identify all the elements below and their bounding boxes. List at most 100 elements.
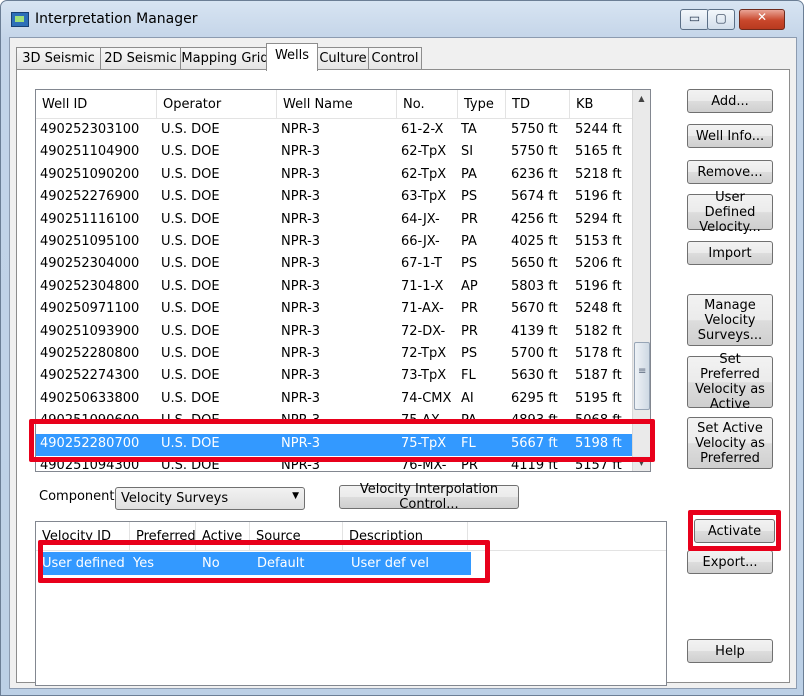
well-cell: NPR-3 <box>281 390 321 406</box>
minimize-button[interactable]: ▭ <box>680 9 709 30</box>
well-cell: 5248 ft <box>575 301 622 317</box>
maximize-button[interactable]: ▢ <box>707 9 735 30</box>
well-cell: 490252303100 <box>40 122 140 137</box>
well-cell: U.S. DOE <box>161 368 220 384</box>
manage-velocity-surveys-label-2: Velocity <box>704 312 756 328</box>
well-cell: FL <box>461 368 476 384</box>
wells-list[interactable]: Well ID Operator Well Name No. Type TD K… <box>35 89 651 472</box>
well-cell: U.S. DOE <box>161 278 220 294</box>
chevron-down-icon: ▼ <box>292 491 299 501</box>
well-row[interactable]: 490251095100 U.S. DOE NPR-3 66-JX- PA 4025 ft… <box>36 232 632 254</box>
well-cell: 63-TpX <box>401 189 447 205</box>
well-cell: 5630 ft <box>511 368 558 384</box>
dialog-client: 3D Seismic 2D Seismic Mapping Grid Wells… <box>9 37 797 689</box>
well-cell: 5178 ft <box>575 346 622 361</box>
tab-3d-seismic[interactable]: 3D Seismic <box>16 47 101 70</box>
tab-mapping-grid[interactable]: Mapping Grid <box>180 47 270 70</box>
scroll-up-icon[interactable]: ▲ <box>633 90 650 107</box>
column-header-well-name[interactable]: Well Name <box>277 90 397 118</box>
well-cell: NPR-3 <box>281 278 321 294</box>
well-cell: U.S. DOE <box>161 144 220 160</box>
well-row[interactable]: 490250633800 U.S. DOE NPR-3 74-CMX AI 6295 ft… <box>36 389 632 411</box>
velocity-row-highlight <box>38 540 490 583</box>
well-cell: 490251090200 <box>40 166 140 182</box>
well-cell: 62-TpX <box>401 144 447 160</box>
set-active-velocity-as-preferred-button[interactable]: Set Active Velocity as Preferred <box>687 417 773 469</box>
well-cell: 490252280800 <box>40 346 140 361</box>
title-bar[interactable]: Interpretation Manager ▭ ▢ ✕ <box>1 1 803 37</box>
well-row[interactable]: 490252280800 U.S. DOE NPR-3 72-TpX PS 5700 ft… <box>36 344 632 366</box>
component-dropdown[interactable]: Velocity Surveys ▼ <box>115 487 305 510</box>
well-row[interactable]: 490251093900 U.S. DOE NPR-3 72-DX- PR 4139 ft… <box>36 322 632 344</box>
well-cell: 6295 ft <box>511 390 558 406</box>
well-row[interactable]: 490252304800 U.S. DOE NPR-3 71-1-X AP 5803 ft… <box>36 277 632 299</box>
scroll-thumb[interactable] <box>634 342 650 410</box>
well-cell: 74-CMX <box>401 390 452 406</box>
column-header-td[interactable]: TD <box>506 90 570 118</box>
well-cell: U.S. DOE <box>161 323 220 339</box>
velocity-interpolation-control-button[interactable]: Velocity Interpolation Control... <box>339 482 519 512</box>
set-preferred-label-2: Velocity as <box>695 382 765 397</box>
export-button[interactable]: Export... <box>687 550 773 574</box>
tab-2d-seismic[interactable]: 2D Seismic <box>100 47 181 70</box>
set-preferred-velocity-as-active-button[interactable]: Set Preferred Velocity as Active <box>687 352 773 412</box>
well-cell: NPR-3 <box>281 211 321 227</box>
close-icon: ✕ <box>756 10 768 24</box>
well-row[interactable]: 490250971100 U.S. DOE NPR-3 71-AX- PR 5670 ft… <box>36 299 632 321</box>
well-cell: 490252304800 <box>40 278 140 294</box>
tab-control[interactable]: Control <box>368 47 422 70</box>
wells-scrollbar[interactable]: ▲ ▼ <box>632 90 650 471</box>
well-row[interactable]: 490252304000 U.S. DOE NPR-3 67-1-T PS 5650 ft… <box>36 254 632 276</box>
well-row[interactable]: 490252274300 U.S. DOE NPR-3 73-TpX FL 5630 ft… <box>36 366 632 388</box>
well-info-button[interactable]: Well Info... <box>687 124 773 148</box>
manage-velocity-surveys-button[interactable]: Manage Velocity Surveys... <box>687 294 773 346</box>
remove-button[interactable]: Remove... <box>687 160 773 184</box>
well-cell: 490252274300 <box>40 368 140 384</box>
well-cell: 62-TpX <box>401 166 447 182</box>
app-icon <box>11 12 29 27</box>
well-cell: U.S. DOE <box>161 211 220 227</box>
well-cell: PS <box>461 256 478 272</box>
wells-list-header: Well ID Operator Well Name No. Type TD K… <box>36 90 650 119</box>
well-cell: NPR-3 <box>281 144 321 160</box>
import-button[interactable]: Import <box>687 241 773 265</box>
well-cell: 5650 ft <box>511 256 558 272</box>
column-header-well-id[interactable]: Well ID <box>36 90 157 118</box>
well-row[interactable]: 490251104900 U.S. DOE NPR-3 62-TpX SI 5750 ft… <box>36 142 632 164</box>
tab-wells[interactable]: Wells <box>266 43 318 71</box>
well-row[interactable]: 490252303100 U.S. DOE NPR-3 61-2-X TA 5750 ft… <box>36 120 632 142</box>
well-cell: 490251104900 <box>40 144 140 160</box>
close-button[interactable]: ✕ <box>739 9 785 30</box>
well-cell: 5750 ft <box>511 144 558 160</box>
well-cell: 490251093900 <box>40 323 140 339</box>
well-cell: 5670 ft <box>511 301 558 317</box>
tab-culture[interactable]: Culture <box>317 47 369 70</box>
well-cell: 64-JX- <box>401 211 440 227</box>
well-cell: U.S. DOE <box>161 166 220 182</box>
maximize-icon: ▢ <box>715 11 727 25</box>
well-row[interactable]: 490252276900 U.S. DOE NPR-3 63-TpX PS 5674 ft… <box>36 187 632 209</box>
add-button[interactable]: Add... <box>687 89 773 113</box>
well-cell: 6236 ft <box>511 166 558 182</box>
set-preferred-label-1: Set Preferred <box>700 352 760 382</box>
help-button[interactable]: Help <box>687 639 773 663</box>
selected-well-highlight <box>29 419 655 462</box>
column-header-kb[interactable]: KB <box>570 90 633 118</box>
well-cell: NPR-3 <box>281 323 321 339</box>
set-active-label-1: Set Active <box>697 420 763 436</box>
well-cell: 5196 ft <box>575 189 622 205</box>
well-row[interactable]: 490251116100 U.S. DOE NPR-3 64-JX- PR 4256 ft… <box>36 210 632 232</box>
column-header-type[interactable]: Type <box>458 90 506 118</box>
well-cell: 490250971100 <box>40 301 140 317</box>
well-cell: 67-1-T <box>401 256 442 272</box>
set-active-label-2: Velocity as <box>695 435 765 451</box>
well-cell: 66-JX- <box>401 234 440 249</box>
user-defined-velocity-button[interactable]: User Defined Velocity... <box>687 190 773 235</box>
column-header-operator[interactable]: Operator <box>157 90 277 118</box>
well-cell: U.S. DOE <box>161 301 220 317</box>
well-cell: 4139 ft <box>511 323 558 339</box>
well-cell: 5803 ft <box>511 278 558 294</box>
column-header-no[interactable]: No. <box>397 90 458 118</box>
well-cell: 5244 ft <box>575 122 622 137</box>
well-row[interactable]: 490251090200 U.S. DOE NPR-3 62-TpX PA 6236 ft… <box>36 165 632 187</box>
